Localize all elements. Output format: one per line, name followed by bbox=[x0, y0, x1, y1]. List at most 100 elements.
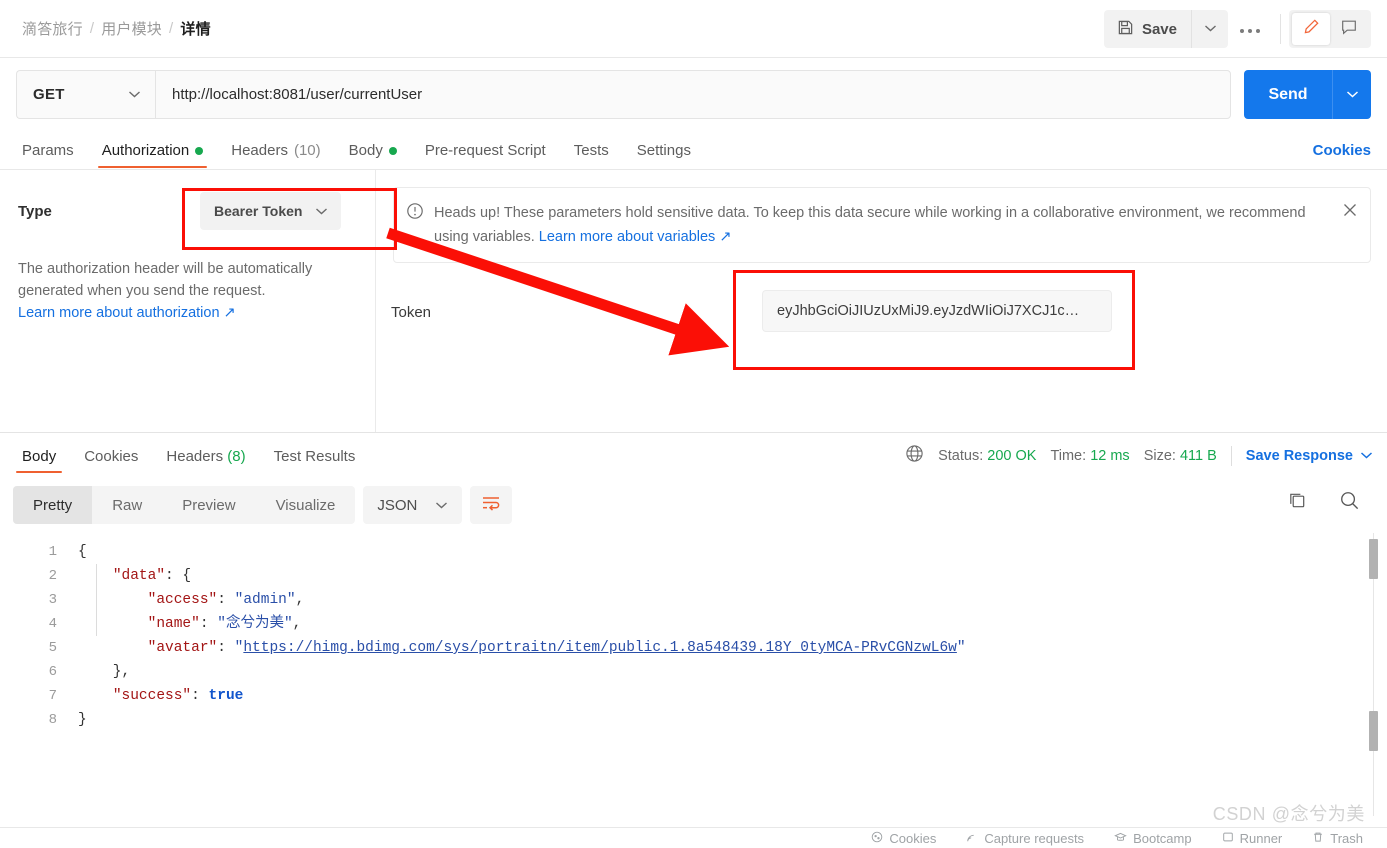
auth-type-label: Type bbox=[18, 203, 52, 220]
code-line: "data": { bbox=[78, 564, 1363, 588]
send-dropdown-button[interactable] bbox=[1333, 70, 1371, 119]
tab-body[interactable]: Body bbox=[335, 142, 411, 168]
learn-more-variables-link[interactable]: Learn more about variables ↗ bbox=[539, 229, 732, 245]
send-button[interactable]: Send bbox=[1244, 70, 1333, 119]
search-icon[interactable] bbox=[1338, 489, 1361, 517]
request-tabs: Params Authorization Headers (10) Body P… bbox=[16, 133, 1371, 168]
time-metric: Time: 12 ms bbox=[1050, 448, 1129, 464]
trash-icon bbox=[1312, 831, 1324, 846]
tab-label: Settings bbox=[636, 142, 691, 159]
scrollbar-thumb-bottom[interactable] bbox=[1369, 711, 1378, 751]
footer-item-capture-requests[interactable]: Capture requests bbox=[966, 831, 1084, 846]
response-tab-test-results[interactable]: Test Results bbox=[260, 448, 370, 473]
tab-label: Pre-request Script bbox=[424, 142, 546, 159]
view-mode-segmented: Pretty Raw Preview Visualize bbox=[13, 486, 356, 524]
tab-label: Authorization bbox=[101, 142, 190, 159]
footer-item-bootcamp[interactable]: Bootcamp bbox=[1114, 831, 1192, 846]
tab-headers[interactable]: Headers (10) bbox=[217, 142, 334, 168]
size-label: Size: bbox=[1143, 447, 1176, 464]
response-scrollbar[interactable] bbox=[1369, 533, 1379, 816]
globe-icon bbox=[905, 444, 924, 467]
edit-mode-button[interactable] bbox=[1292, 13, 1330, 45]
chevron-down-icon bbox=[1360, 448, 1373, 464]
response-body-code[interactable]: 1 2 3 4 5 6 7 8 { "data": { "access": "admin", … bbox=[0, 533, 1387, 818]
tab-count: (8) bbox=[227, 448, 246, 465]
authorization-detail-panel: Heads up! These parameters hold sensitiv… bbox=[377, 170, 1387, 432]
http-method-select[interactable]: GET bbox=[16, 70, 155, 119]
tab-label: Headers bbox=[166, 448, 224, 465]
postman-window: 滴答旅行 / 用户模块 / 详情 Save GET http://localho… bbox=[0, 0, 1387, 848]
cookies-link[interactable]: Cookies bbox=[1313, 142, 1371, 159]
response-viewer-actions bbox=[1287, 489, 1361, 517]
tab-label: Body bbox=[22, 448, 57, 465]
more-options-button[interactable] bbox=[1228, 10, 1272, 48]
breadcrumb: 滴答旅行 / 用户模块 / 详情 bbox=[22, 18, 211, 39]
sensitive-data-banner: Heads up! These parameters hold sensitiv… bbox=[393, 187, 1371, 263]
response-tab-headers[interactable]: Headers (8) bbox=[152, 448, 259, 473]
view-mode-visualize[interactable]: Visualize bbox=[256, 486, 356, 524]
graduation-icon bbox=[1114, 831, 1127, 846]
tab-params[interactable]: Params bbox=[16, 142, 88, 168]
code-link[interactable]: https://himg.bdimg.com/sys/portraitn/ite… bbox=[243, 640, 957, 656]
save-response-button[interactable]: Save Response bbox=[1246, 448, 1373, 464]
tab-authorization[interactable]: Authorization bbox=[88, 142, 218, 168]
breadcrumb-item-0[interactable]: 滴答旅行 bbox=[22, 18, 83, 39]
tab-tests[interactable]: Tests bbox=[560, 142, 623, 168]
line-number: 2 bbox=[48, 568, 57, 584]
word-wrap-button[interactable] bbox=[470, 486, 513, 524]
size-metric: Size: 411 B bbox=[1144, 448, 1217, 464]
http-method-value: GET bbox=[33, 86, 65, 103]
view-mode-raw[interactable]: Raw bbox=[92, 486, 162, 524]
code-token: : { bbox=[165, 568, 192, 584]
comments-button[interactable] bbox=[1330, 13, 1368, 45]
auth-type-value: Bearer Token bbox=[214, 203, 303, 219]
code-token: : bbox=[191, 688, 209, 704]
save-button[interactable]: Save bbox=[1104, 10, 1192, 48]
token-input[interactable]: eyJhbGciOiJIUzUxMiJ9.eyJzdWIiOiJ7XCJ1c… bbox=[762, 290, 1112, 332]
view-mode-pretty[interactable]: Pretty bbox=[13, 486, 93, 524]
chevron-down-icon bbox=[1204, 20, 1217, 38]
line-number: 1 bbox=[48, 544, 57, 560]
code-token: " bbox=[956, 640, 966, 656]
code-lines: { "data": { "access": "admin", "name": "… bbox=[78, 540, 1363, 732]
token-label: Token bbox=[391, 304, 432, 321]
line-number: 5 bbox=[48, 640, 57, 656]
auth-type-select[interactable]: Bearer Token bbox=[200, 192, 341, 230]
save-dropdown-button[interactable] bbox=[1192, 10, 1228, 48]
response-tab-cookies[interactable]: Cookies bbox=[70, 448, 152, 473]
code-token: : bbox=[199, 616, 218, 632]
footer-item-runner[interactable]: Runner bbox=[1222, 831, 1282, 846]
code-token: "success" bbox=[112, 688, 192, 704]
scrollbar-thumb-top[interactable] bbox=[1369, 539, 1378, 579]
status-label: Status: bbox=[938, 447, 984, 464]
url-input[interactable]: http://localhost:8081/user/currentUser bbox=[155, 70, 1231, 119]
breadcrumb-separator: / bbox=[169, 20, 174, 37]
status-bar: Cookies Capture requests Bootcamp Runner… bbox=[0, 828, 1387, 848]
response-tab-body[interactable]: Body bbox=[8, 448, 70, 473]
chevron-down-icon bbox=[315, 203, 328, 219]
code-line: } bbox=[78, 708, 1363, 732]
send-group: Send bbox=[1244, 70, 1371, 119]
footer-item-trash[interactable]: Trash bbox=[1312, 831, 1363, 846]
footer-item-cookies[interactable]: Cookies bbox=[871, 831, 936, 846]
code-line: "name": "念兮为美", bbox=[78, 612, 1363, 636]
learn-more-authorization-link[interactable]: Learn more about authorization ↗ bbox=[18, 305, 236, 321]
code-line: "success": true bbox=[78, 684, 1363, 708]
code-token: } bbox=[78, 712, 87, 728]
tab-settings[interactable]: Settings bbox=[623, 142, 705, 168]
response-format-select[interactable]: JSON bbox=[363, 486, 463, 524]
tab-pre-request-script[interactable]: Pre-request Script bbox=[411, 142, 560, 168]
code-token: }, bbox=[78, 664, 131, 680]
breadcrumb-item-1[interactable]: 用户模块 bbox=[101, 18, 162, 39]
auth-description-text: The authorization header will be automat… bbox=[18, 261, 313, 299]
top-bar: 滴答旅行 / 用户模块 / 详情 Save bbox=[0, 0, 1387, 58]
code-token: "念兮为美" bbox=[217, 616, 293, 632]
copy-icon[interactable] bbox=[1287, 490, 1308, 516]
tab-label: Body bbox=[348, 142, 383, 159]
view-mode-preview[interactable]: Preview bbox=[162, 486, 255, 524]
footer-label: Cookies bbox=[889, 830, 937, 846]
close-icon[interactable] bbox=[1341, 201, 1359, 219]
